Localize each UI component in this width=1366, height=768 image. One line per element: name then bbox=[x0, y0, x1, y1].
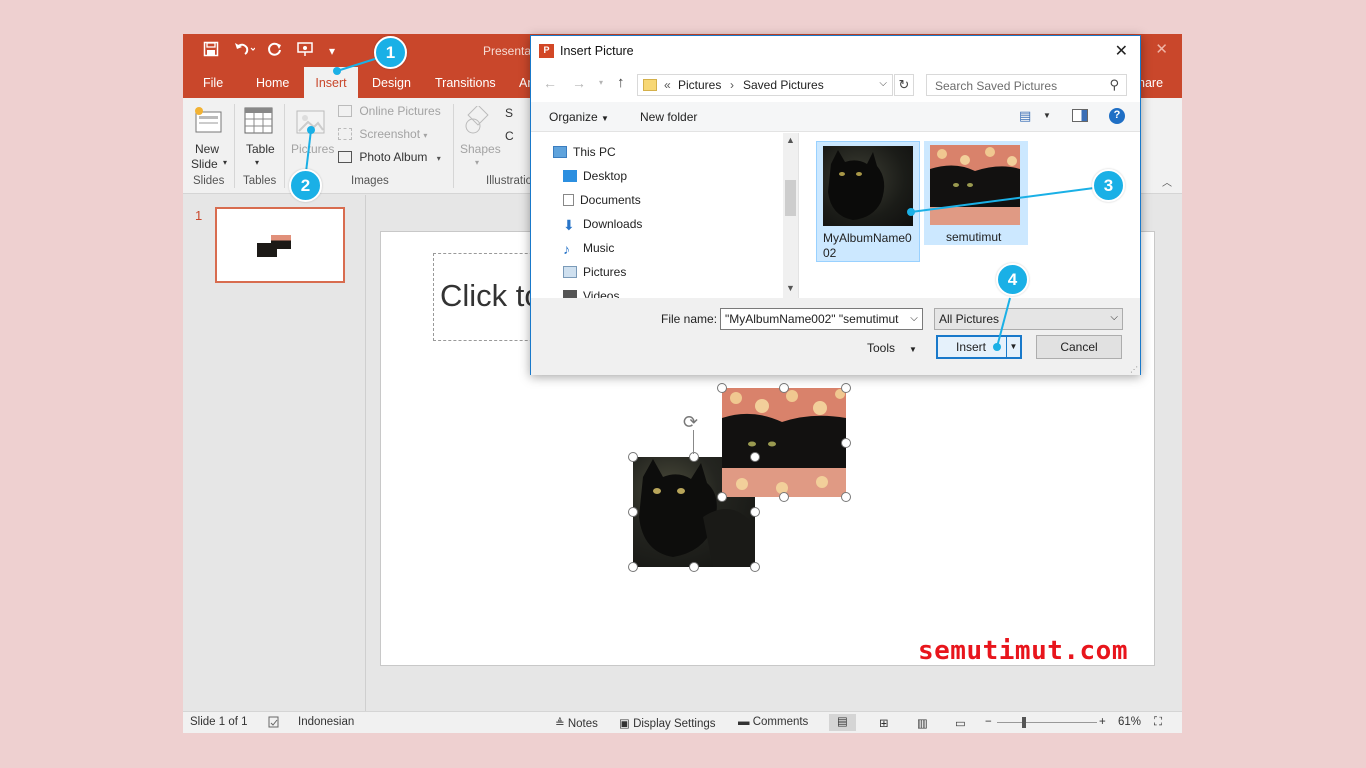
callout-line-3 bbox=[910, 187, 1095, 213]
step-badge-4: 4 bbox=[996, 263, 1029, 296]
callout-dot-2 bbox=[307, 126, 315, 134]
callout-dot-1 bbox=[333, 67, 341, 75]
step-badge-2: 2 bbox=[289, 169, 322, 202]
callout-line-2 bbox=[305, 129, 312, 173]
callout-line-4 bbox=[996, 297, 1011, 348]
step-badge-3: 3 bbox=[1092, 169, 1125, 202]
callout-dot-3 bbox=[907, 208, 915, 216]
step-badge-1: 1 bbox=[374, 36, 407, 69]
callout-line-1 bbox=[336, 57, 379, 72]
callout-dot-4 bbox=[993, 343, 1001, 351]
callout-lines bbox=[305, 57, 1095, 351]
